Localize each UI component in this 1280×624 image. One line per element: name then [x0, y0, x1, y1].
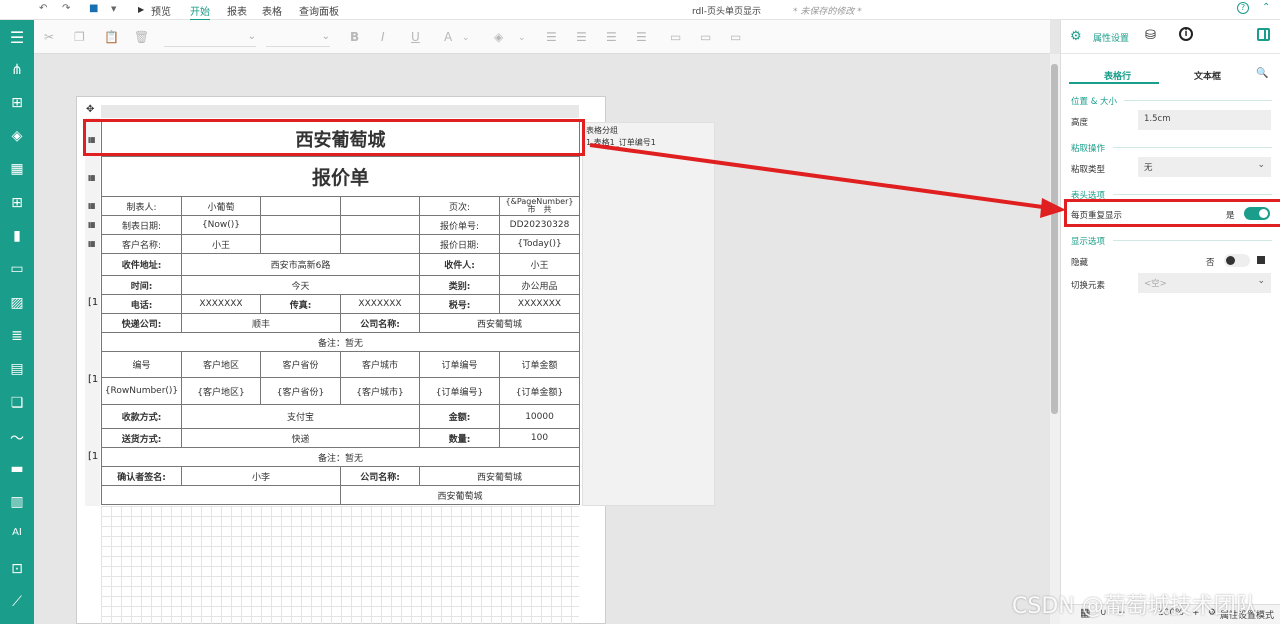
annotation-arrow: [589, 143, 1066, 218]
arrow-line: [589, 143, 1051, 210]
arrow-head: [1040, 198, 1066, 218]
watermark: CSDN @葡萄城技术团队: [1012, 594, 1258, 619]
